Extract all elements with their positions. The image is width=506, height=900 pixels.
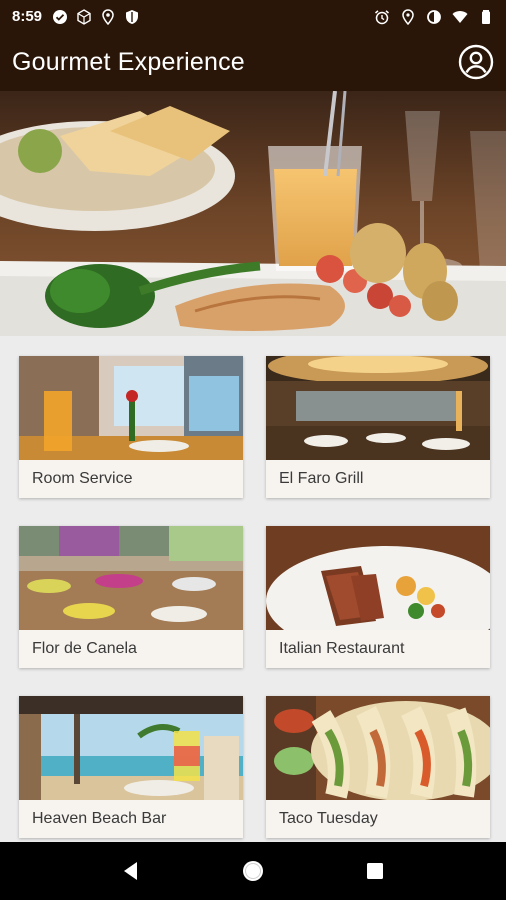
card-label: Flor de Canela: [32, 640, 137, 657]
restaurant-card-heaven-beach-bar[interactable]: Heaven Beach Bar: [19, 696, 243, 838]
wifi-icon: [452, 9, 468, 25]
cube-icon: [76, 8, 92, 25]
battery-icon: [478, 9, 494, 25]
card-label: Taco Tuesday: [279, 810, 378, 827]
restaurant-card-taco-tuesday[interactable]: Taco Tuesday: [266, 696, 490, 838]
home-circle-icon: [243, 861, 263, 881]
heaven-beach-bar-image: [19, 696, 243, 800]
back-button[interactable]: [111, 851, 151, 891]
room-service-image: [19, 356, 243, 460]
account-circle-icon: [458, 44, 494, 80]
restaurant-card-flor-de-canela[interactable]: Flor de Canela: [19, 526, 243, 668]
app-bar: Gourmet Experience: [0, 33, 506, 91]
card-label: Room Service: [32, 470, 133, 487]
restaurant-card-italian-restaurant[interactable]: Italian Restaurant: [266, 526, 490, 668]
card-label: Italian Restaurant: [279, 640, 405, 657]
restaurant-card-room-service[interactable]: Room Service: [19, 356, 243, 498]
shield-icon: [124, 9, 140, 25]
el-faro-grill-image: [266, 356, 490, 460]
alarm-icon: [374, 9, 390, 25]
flor-de-canela-image: [19, 526, 243, 630]
status-notification-icons: [52, 8, 140, 25]
restaurant-card-el-faro-grill[interactable]: El Faro Grill: [266, 356, 490, 498]
taco-tuesday-image: [266, 696, 490, 800]
location-pin-icon: [100, 8, 116, 25]
card-label: El Faro Grill: [279, 470, 364, 487]
status-bar: 8:59: [0, 0, 506, 33]
app-title: Gourmet Experience: [12, 47, 245, 76]
card-label: Heaven Beach Bar: [32, 810, 167, 827]
restaurant-grid: Room Service El Faro Grill Flor de Canel…: [0, 336, 506, 842]
data-saver-icon: [426, 9, 442, 25]
account-button[interactable]: [458, 44, 494, 80]
check-circle-icon: [52, 9, 68, 25]
system-navigation-bar: [0, 842, 506, 900]
recents-button[interactable]: [355, 851, 395, 891]
home-button[interactable]: [233, 851, 273, 891]
back-triangle-icon: [124, 862, 137, 880]
status-time: 8:59: [12, 8, 43, 25]
hero-food-image: [0, 91, 506, 336]
italian-restaurant-image: [266, 526, 490, 630]
status-system-icons: [374, 8, 494, 25]
recents-square-icon: [367, 863, 383, 879]
location-icon: [400, 8, 416, 25]
